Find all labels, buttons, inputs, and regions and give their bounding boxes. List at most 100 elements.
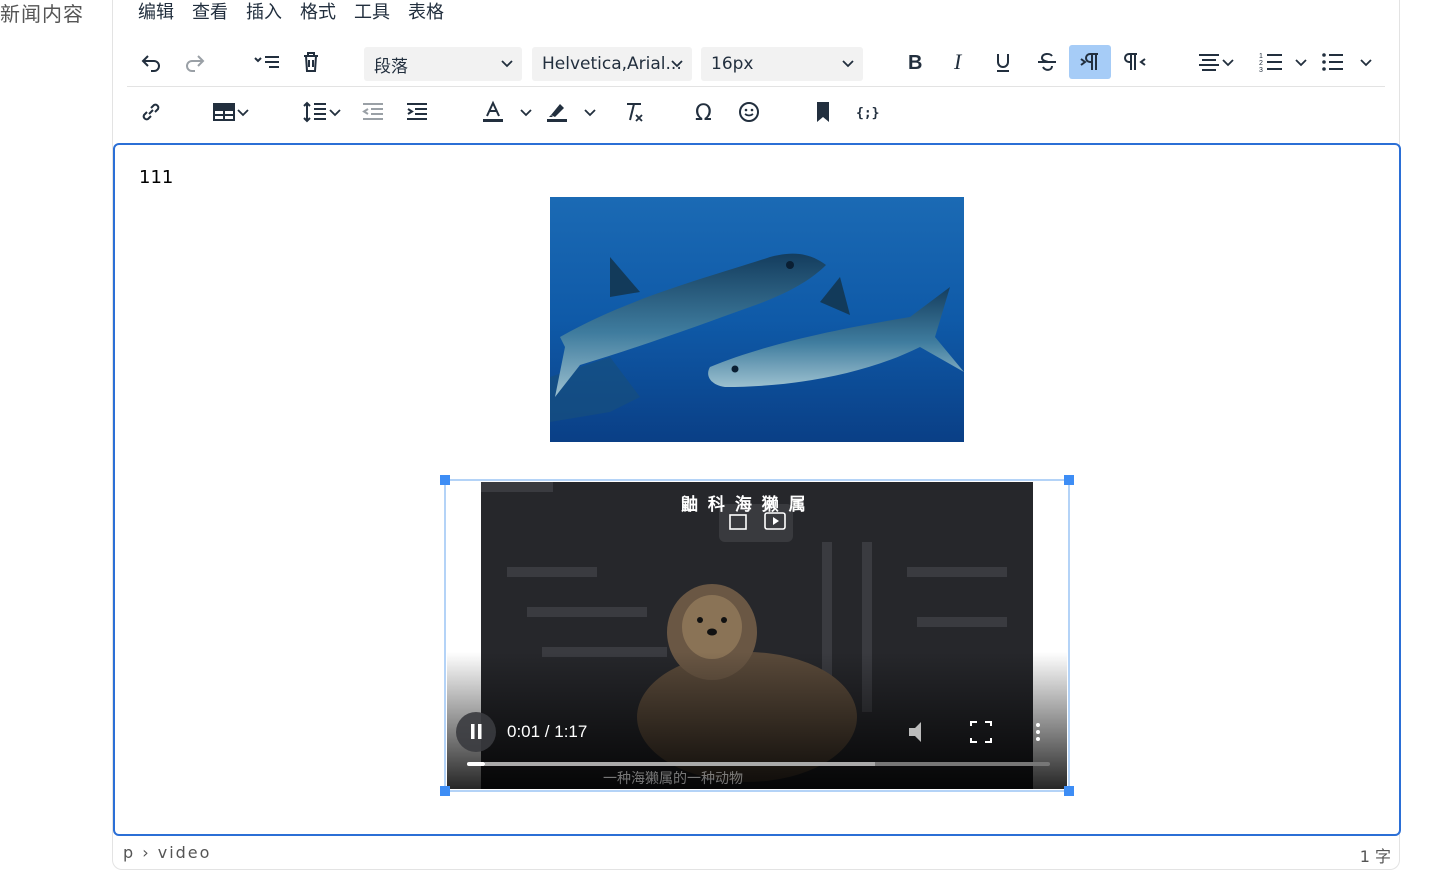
svg-text:2: 2 <box>1259 60 1263 67</box>
chevron-down-icon <box>1360 59 1372 67</box>
bullet-list-icon <box>1322 53 1343 71</box>
font-family-select[interactable]: Helvetica,Arial... <box>532 47 692 81</box>
emoji-button[interactable] <box>731 95 767 129</box>
svg-text:3: 3 <box>1259 67 1263 74</box>
rtl-button[interactable] <box>1117 45 1153 79</box>
video-embed[interactable]: 鼬 科 海 獭 属 0:01 / 1:17 一种海獭属的一种动物 <box>440 475 1074 796</box>
tuna-image[interactable] <box>550 197 964 442</box>
font-family-value: Helvetica,Arial... <box>542 54 682 74</box>
align-button[interactable] <box>1191 45 1241 79</box>
highlight-icon <box>547 104 567 122</box>
block-format-value: 段落 <box>374 56 408 77</box>
highlight-button[interactable] <box>541 95 601 129</box>
text-color-icon <box>483 100 503 122</box>
menubar: 编辑 查看 插入 格式 工具 表格 <box>138 0 462 28</box>
element-path[interactable]: p › video <box>123 843 211 862</box>
editor-content[interactable]: 111 鼬 科 海 獭 属 0:01 / 1:17 一种海獭属的一种动物 <box>113 143 1401 836</box>
menu-table[interactable]: 表格 <box>408 0 454 28</box>
statusbar: p › video 1 字 <box>113 840 1401 868</box>
bold-button[interactable]: B <box>897 45 933 79</box>
rtl-icon <box>1124 53 1146 70</box>
menu-insert[interactable]: 插入 <box>246 0 292 28</box>
video-time: 0:01 / 1:17 <box>507 722 588 741</box>
font-size-select[interactable]: 16px <box>701 47 863 81</box>
video-progress-bar[interactable] <box>467 758 1050 770</box>
chevron-down-icon <box>1295 59 1307 67</box>
bullet-list-button[interactable] <box>1319 45 1375 79</box>
video-pip-button[interactable] <box>725 508 753 536</box>
svg-text:I: I <box>953 51 963 73</box>
underline-icon <box>997 54 1009 72</box>
bold-icon: B <box>908 52 922 73</box>
video-pause-button[interactable] <box>456 712 496 752</box>
outdent-button[interactable] <box>355 95 391 129</box>
ltr-button[interactable] <box>1069 45 1111 79</box>
indent-button[interactable] <box>399 95 435 129</box>
delete-button[interactable] <box>293 45 329 79</box>
bookmark-button[interactable] <box>805 95 841 129</box>
video-snapshot-button[interactable] <box>759 508 789 536</box>
redo-button[interactable] <box>177 45 213 79</box>
svg-text:Ω: Ω <box>695 101 712 124</box>
chevron-down-icon <box>501 60 513 68</box>
resize-handle-top-left[interactable] <box>440 475 450 485</box>
video-fullscreen-button[interactable] <box>967 718 995 746</box>
redo-icon <box>186 55 205 72</box>
clear-formatting-icon <box>627 103 643 122</box>
field-label: 新闻内容 <box>0 2 84 26</box>
word-count[interactable]: 1 字 <box>1360 843 1391 867</box>
undo-button[interactable] <box>133 45 169 79</box>
code-icon: {;} <box>856 106 879 121</box>
strikethrough-button[interactable] <box>1029 45 1065 79</box>
toolbar-row-1: 段落 Helvetica,Arial... 16px B I 1 2 3 <box>127 41 1385 87</box>
table-button[interactable] <box>207 95 255 129</box>
chevron-down-icon <box>671 60 683 68</box>
italic-button[interactable]: I <box>941 45 977 79</box>
line-height-icon <box>303 101 326 123</box>
undo-icon <box>141 55 160 72</box>
video-volume-button[interactable] <box>903 718 927 746</box>
link-button[interactable] <box>133 95 169 129</box>
toolbar-row-2: Ω {;} <box>127 89 1385 135</box>
resize-handle-bottom-right[interactable] <box>1064 786 1074 796</box>
special-char-button[interactable]: Ω <box>687 95 723 129</box>
svg-text:B: B <box>908 52 922 73</box>
underline-button[interactable] <box>985 45 1021 79</box>
resize-handle-top-right[interactable] <box>1064 475 1074 485</box>
video-caption: 一种海獭属的一种动物 <box>603 771 743 787</box>
numbered-list-icon: 123 <box>1259 53 1282 74</box>
resize-handle-bottom-left[interactable] <box>440 786 450 796</box>
rich-text-editor: 编辑 查看 插入 格式 工具 表格 段落 Helvetica,Arial... … <box>112 0 1401 870</box>
block-format-select[interactable]: 段落 <box>364 47 522 81</box>
chevron-down-icon <box>842 60 854 68</box>
menu-edit[interactable]: 编辑 <box>138 0 184 28</box>
menu-format[interactable]: 格式 <box>300 0 346 28</box>
menu-view[interactable]: 查看 <box>192 0 238 28</box>
align-icon <box>1199 54 1219 71</box>
ltr-icon <box>1080 53 1098 70</box>
svg-text:1: 1 <box>1259 53 1263 60</box>
delete-icon <box>304 52 318 72</box>
menu-tools[interactable]: 工具 <box>354 0 400 28</box>
chevron-down-icon <box>584 109 596 117</box>
paragraph-text[interactable]: 111 <box>139 167 173 188</box>
video-player[interactable]: 鼬 科 海 獭 属 0:01 / 1:17 一种海獭属的一种动物 <box>447 482 1067 789</box>
text-color-button[interactable] <box>477 95 537 129</box>
line-height-button[interactable] <box>297 95 347 129</box>
clear-formatting-button[interactable] <box>615 95 651 129</box>
svg-text:{;}: {;} <box>856 106 879 121</box>
italic-icon: I <box>953 51 963 73</box>
numbered-list-button[interactable]: 123 <box>1255 45 1311 79</box>
outdent-icon <box>362 103 383 120</box>
list-options-button[interactable] <box>249 45 285 79</box>
code-button[interactable]: {;} <box>849 95 885 129</box>
chevron-down-icon <box>1222 59 1234 67</box>
table-icon <box>213 103 235 121</box>
chevron-down-icon <box>237 109 249 117</box>
font-size-value: 16px <box>711 54 754 74</box>
bookmark-icon <box>817 102 829 122</box>
video-more-button[interactable] <box>1029 718 1047 746</box>
special-char-icon: Ω <box>695 101 712 124</box>
remove-format-list-icon <box>254 56 279 68</box>
chevron-down-icon <box>520 109 532 117</box>
